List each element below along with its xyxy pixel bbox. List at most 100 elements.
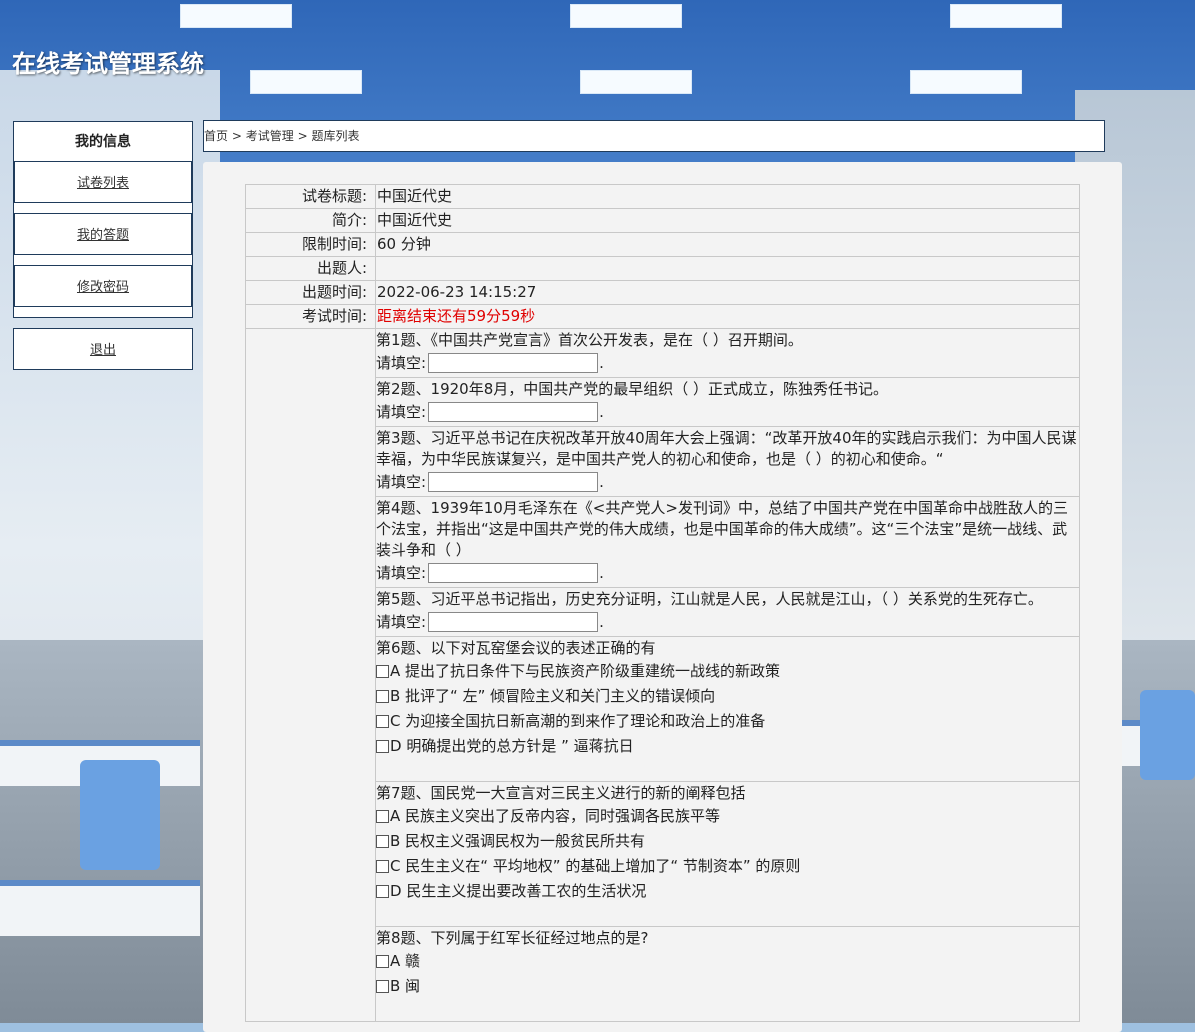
exam-title-label: 试卷标题:	[245, 184, 376, 209]
fill-prompt: 请填空:	[376, 563, 427, 582]
option-label: A 民族主义突出了反帝内容，同时强调各民族平等	[390, 807, 721, 825]
answer-input[interactable]	[428, 563, 599, 583]
option-label: B 闽	[390, 977, 421, 995]
fill-end: .	[599, 563, 604, 582]
fill-prompt: 请填空:	[376, 353, 427, 372]
fill-prompt: 请填空:	[376, 472, 427, 491]
fill-blank-row: 请填空:.	[376, 561, 1079, 585]
fill-prompt: 请填空:	[376, 402, 427, 421]
sidebar: 我的信息 试卷列表 我的答题 修改密码	[13, 121, 193, 318]
exam-info-row: 考试时间: 距离结束还有59分59秒	[245, 304, 1080, 329]
answer-input[interactable]	[428, 612, 599, 632]
option-item[interactable]: A 民族主义突出了反帝内容，同时强调各民族平等	[376, 804, 1079, 829]
logout-link[interactable]: 退出	[90, 343, 116, 358]
option-checkbox[interactable]	[376, 740, 389, 753]
exam-created-label: 出题时间:	[245, 280, 376, 305]
exam-intro-label: 简介:	[245, 208, 376, 233]
exam-countdown: 距离结束还有59分59秒	[375, 304, 1080, 329]
breadcrumb: 首页 > 考试管理 > 题库列表	[203, 120, 1105, 152]
option-label: C 民生主义在“ 平均地权” 的基础上增加了“ 节制资本” 的原则	[390, 857, 801, 875]
answer-input[interactable]	[428, 402, 599, 422]
questions-label-cell	[245, 328, 376, 1022]
exam-info-row: 出题时间: 2022-06-23 14:15:27	[245, 280, 1080, 305]
option-item[interactable]: C 民生主义在“ 平均地权” 的基础上增加了“ 节制资本” 的原则	[376, 854, 1079, 879]
site-title: 在线考试管理系统	[12, 50, 204, 78]
option-checkbox[interactable]	[376, 810, 389, 823]
sidebar-item-change-password[interactable]: 修改密码	[14, 265, 192, 307]
option-item[interactable]: B 民权主义强调民权为一般贫民所共有	[376, 829, 1079, 854]
questions-row: 第1题、《中国共产党宣言》首次公开发表，是在（ ）召开期间。 请填空:. 第2题、1…	[245, 328, 1080, 1022]
exam-time-label: 考试时间:	[245, 304, 376, 329]
breadcrumb-home[interactable]: 首页	[204, 129, 228, 143]
question-text: 第7题、国民党一大宣言对三民主义进行的新的阐释包括	[376, 784, 746, 802]
breadcrumb-section[interactable]: 考试管理	[246, 129, 294, 143]
fill-blank-row: 请填空:.	[376, 610, 1079, 634]
fill-blank-row: 请填空:.	[376, 351, 1079, 375]
option-checkbox[interactable]	[376, 860, 389, 873]
question-item: 第4题、1939年10月毛泽东在《<共产党人>发刊词》中，总结了中国共产党在中国…	[376, 496, 1079, 587]
sidebar-item-my-answers[interactable]: 我的答题	[14, 213, 192, 255]
fill-end: .	[599, 402, 604, 421]
option-checkbox[interactable]	[376, 715, 389, 728]
sidebar-header: 我的信息	[75, 134, 131, 150]
breadcrumb-separator: >	[231, 129, 242, 143]
logout-button[interactable]: 退出	[13, 328, 193, 370]
answer-input[interactable]	[428, 353, 599, 373]
fill-blank-row: 请填空:.	[376, 470, 1079, 494]
option-checkbox[interactable]	[376, 885, 389, 898]
answer-input[interactable]	[428, 472, 599, 492]
question-item: 第3题、习近平总书记在庆祝改革开放40周年大会上强调：“改革开放40年的实践启示…	[376, 426, 1079, 496]
exam-limit-value: 60 分钟	[375, 232, 1080, 257]
question-text: 第8题、下列属于红军长征经过地点的是?	[376, 929, 649, 947]
question-text: 第2题、1920年8月，中国共产党的最早组织（ ）正式成立，陈独秀任书记。	[376, 380, 889, 398]
option-label: D 民生主义提出要改善工农的生活状况	[390, 882, 647, 900]
option-checkbox[interactable]	[376, 690, 389, 703]
main-content: 试卷标题: 中国近代史 简介: 中国近代史 限制时间: 60 分钟 出题人: 出…	[203, 162, 1122, 1032]
exam-author-value	[375, 256, 1080, 281]
option-checkbox[interactable]	[376, 835, 389, 848]
questions-list: 第1题、《中国共产党宣言》首次公开发表，是在（ ）召开期间。 请填空:. 第2题、1…	[376, 329, 1079, 1021]
option-label: D 明确提出党的总方针是 ” 逼蒋抗日	[390, 737, 634, 755]
option-label: A 赣	[390, 952, 421, 970]
exam-list-link[interactable]: 试卷列表	[77, 176, 129, 191]
option-label: C 为迎接全国抗日新高潮的到来作了理论和政治上的准备	[390, 712, 766, 730]
option-item[interactable]: D 民生主义提出要改善工农的生活状况	[376, 879, 1079, 904]
question-item: 第8题、下列属于红军长征经过地点的是? A 赣 B 闽	[376, 926, 1079, 1021]
option-label: A 提出了抗日条件下与民族资产阶级重建统一战线的新政策	[390, 662, 781, 680]
question-item: 第2题、1920年8月，中国共产党的最早组织（ ）正式成立，陈独秀任书记。 请填空…	[376, 377, 1079, 426]
exam-info-row: 试卷标题: 中国近代史	[245, 184, 1080, 209]
option-checkbox[interactable]	[376, 955, 389, 968]
option-item[interactable]: D 明确提出党的总方针是 ” 逼蒋抗日	[376, 734, 1079, 759]
exam-limit-label: 限制时间:	[245, 232, 376, 257]
fill-end: .	[599, 612, 604, 631]
exam-info-row: 限制时间: 60 分钟	[245, 232, 1080, 257]
sidebar-item-exam-list[interactable]: 试卷列表	[14, 161, 192, 203]
fill-prompt: 请填空:	[376, 612, 427, 631]
option-checkbox[interactable]	[376, 665, 389, 678]
my-answers-link[interactable]: 我的答题	[77, 228, 129, 243]
question-item: 第1题、《中国共产党宣言》首次公开发表，是在（ ）召开期间。 请填空:.	[376, 329, 1079, 377]
option-item[interactable]: A 提出了抗日条件下与民族资产阶级重建统一战线的新政策	[376, 659, 1079, 684]
option-item[interactable]: B 批评了“ 左” 倾冒险主义和关门主义的错误倾向	[376, 684, 1079, 709]
option-label: B 批评了“ 左” 倾冒险主义和关门主义的错误倾向	[390, 687, 716, 705]
question-text: 第3题、习近平总书记在庆祝改革开放40周年大会上强调：“改革开放40年的实践启示…	[376, 429, 1077, 468]
question-text: 第4题、1939年10月毛泽东在《<共产党人>发刊词》中，总结了中国共产党在中国…	[376, 499, 1068, 559]
change-password-link[interactable]: 修改密码	[77, 280, 129, 295]
question-text: 第5题、习近平总书记指出，历史充分证明，江山就是人民，人民就是江山，（ ）关系党…	[376, 590, 1043, 608]
exam-intro-value: 中国近代史	[375, 208, 1080, 233]
question-text: 第1题、《中国共产党宣言》首次公开发表，是在（ ）召开期间。	[376, 331, 803, 349]
fill-end: .	[599, 353, 604, 372]
option-checkbox[interactable]	[376, 980, 389, 993]
exam-info-row: 简介: 中国近代史	[245, 208, 1080, 233]
fill-end: .	[599, 472, 604, 491]
breadcrumb-current: 题库列表	[311, 129, 360, 143]
option-item[interactable]: C 为迎接全国抗日新高潮的到来作了理论和政治上的准备	[376, 709, 1079, 734]
option-label: B 民权主义强调民权为一般贫民所共有	[390, 832, 646, 850]
fill-blank-row: 请填空:.	[376, 400, 1079, 424]
option-item[interactable]: B 闽	[376, 974, 1079, 999]
question-item: 第7题、国民党一大宣言对三民主义进行的新的阐释包括 A 民族主义突出了反帝内容，同…	[376, 781, 1079, 926]
question-item: 第6题、以下对瓦窑堡会议的表述正确的有 A 提出了抗日条件下与民族资产阶级重建统一…	[376, 636, 1079, 781]
breadcrumb-separator: >	[297, 129, 308, 143]
option-item[interactable]: A 赣	[376, 949, 1079, 974]
exam-table: 试卷标题: 中国近代史 简介: 中国近代史 限制时间: 60 分钟 出题人: 出…	[245, 184, 1080, 1022]
